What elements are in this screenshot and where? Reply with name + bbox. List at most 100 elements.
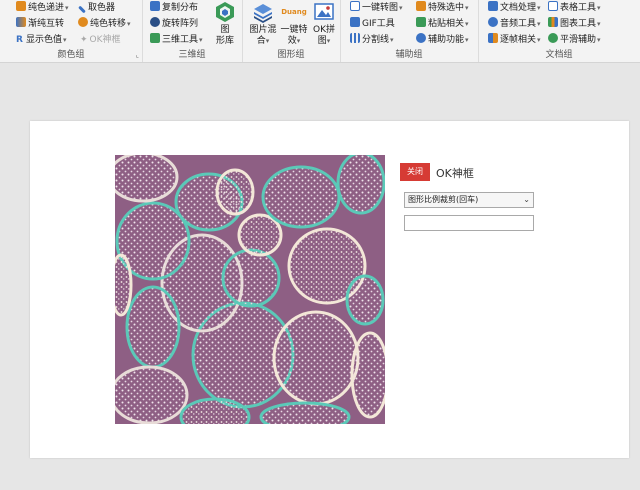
r-letter-icon: R (16, 35, 23, 45)
panel-title: OK神框 (436, 167, 474, 180)
btn-shape-library[interactable]: 图 形库 (210, 1, 240, 47)
cell-shape (237, 213, 283, 257)
btn-color-picker[interactable]: 取色器 (78, 0, 115, 16)
cell-shape (350, 331, 385, 419)
group-graphics: 图片混 合▾ Duang 一键特 效▾ OK拼 图▾ 图形组 (242, 0, 341, 62)
gradient-icon (16, 17, 26, 27)
btn-pure-gradient[interactable]: 纯色递进▾ (16, 0, 69, 16)
ribbon-toolbar: 纯色递进▾ 取色器 渐纯互转 纯色转移▾ R 显示色值▾ ✦ OK神框 颜色组 ⌞ … (0, 0, 640, 63)
btn-show-color-value[interactable]: R 显示色值▾ (16, 32, 66, 48)
dropdown-caret-icon: ▾ (390, 36, 394, 44)
btn-divider-line[interactable]: 分割线▾ (350, 32, 394, 48)
dropdown-caret-icon: ▾ (65, 4, 69, 12)
btn-one-click-convert[interactable]: 一键转图▾ (350, 0, 403, 16)
palette-icon (16, 1, 26, 11)
music-note-icon (488, 17, 498, 27)
btn-assist-functions[interactable]: 辅助功能▾ (416, 32, 469, 48)
btn-3d-tools[interactable]: 三维工具▾ (150, 32, 203, 48)
group-label-color: 颜色组 (57, 50, 85, 60)
dropdown-caret-icon: ▾ (265, 37, 270, 45)
dropdown-caret-icon: ▾ (62, 36, 67, 44)
clipboard-icon (416, 17, 426, 27)
dropdown-caret-icon: ▾ (199, 36, 203, 44)
close-button[interactable]: 关闭 (400, 163, 430, 181)
wand-icon: ✦ (80, 35, 88, 45)
convert-image-icon (350, 1, 360, 11)
slide-canvas: 关闭 OK神框 图形比例裁剪(回车) ⌄ (30, 121, 629, 458)
btn-table-tools[interactable]: 表格工具▾ (548, 0, 601, 16)
cube-icon (150, 33, 160, 43)
dialog-launcher-icon[interactable]: ⌞ (136, 51, 139, 59)
dropdown-caret-icon: ▾ (537, 4, 541, 12)
eyedropper-icon (78, 5, 86, 14)
color-drop-icon (78, 17, 88, 27)
btn-gradient-convert[interactable]: 渐纯互转 (16, 16, 64, 32)
btn-chart-tools[interactable]: 图表工具▾ (548, 16, 601, 32)
btn-ok-puzzle[interactable]: OK拼 图▾ (310, 1, 338, 47)
group-label-assist: 辅助组 (395, 50, 423, 60)
copy-grid-icon (150, 1, 160, 11)
cell-pattern-image[interactable] (115, 155, 385, 424)
dropdown-caret-icon: ▾ (326, 37, 331, 45)
dropdown-caret-icon: ▾ (597, 36, 601, 44)
cell-shape (336, 155, 385, 215)
btn-audio-tools[interactable]: 音频工具▾ (488, 16, 541, 32)
group-label-graphics: 图形组 (277, 50, 305, 60)
cell-shape (261, 165, 341, 229)
btn-rotate-array[interactable]: 旋转阵列 (150, 16, 198, 32)
dropdown-caret-icon: ▾ (465, 36, 469, 44)
dropdown-caret-icon: ▾ (465, 4, 469, 12)
rotate-layers-icon (150, 17, 160, 27)
select-cursor-icon (416, 1, 426, 11)
gif-icon (350, 17, 360, 27)
dropdown-caret-icon: ▾ (537, 20, 541, 28)
btn-document-process[interactable]: 文档处理▾ (488, 0, 541, 16)
document-icon (488, 1, 498, 11)
btn-image-blend[interactable]: 图片混 合▾ (246, 1, 280, 47)
target-icon (416, 33, 426, 43)
cell-shape (179, 397, 251, 424)
puzzle-image-icon (314, 3, 334, 20)
group-3d: 复制分布 旋转阵列 三维工具▾ 图 形库 三维组 (142, 0, 243, 62)
cell-pattern-svg (115, 155, 385, 424)
group-color: 纯色递进▾ 取色器 渐纯互转 纯色转移▾ R 显示色值▾ ✦ OK神框 颜色组 ⌞ (0, 0, 143, 62)
crop-mode-select[interactable]: 图形比例裁剪(回车) ⌄ (404, 192, 534, 208)
cell-shape (125, 285, 181, 369)
chevron-down-icon: ⌄ (523, 195, 530, 204)
btn-one-click-effect[interactable]: Duang 一键特 效▾ (278, 1, 310, 47)
smooth-arrow-icon (548, 33, 558, 43)
duang-icon: Duang (281, 8, 307, 16)
btn-frame-related[interactable]: 逐帧相关▾ (488, 32, 541, 48)
btn-color-transfer[interactable]: 纯色转移▾ (78, 16, 131, 32)
cell-shape (215, 168, 255, 216)
dropdown-caret-icon: ▾ (597, 4, 601, 12)
cell-shape (115, 253, 133, 317)
btn-gif-tool[interactable]: GIF工具 (350, 16, 395, 32)
cell-shape (259, 401, 351, 424)
cell-shape (345, 274, 385, 326)
dropdown-caret-icon: ▾ (597, 20, 601, 28)
layers-icon (254, 4, 272, 23)
cell-shape (221, 248, 281, 308)
btn-special-select[interactable]: 特殊选中▾ (416, 0, 469, 16)
grid-lines-icon (350, 33, 360, 43)
crop-mode-selected: 图形比例裁剪(回车) (408, 195, 479, 204)
btn-paste-related[interactable]: 粘贴相关▾ (416, 16, 469, 32)
dropdown-caret-icon: ▾ (465, 20, 469, 28)
btn-ok-frame[interactable]: ✦ OK神框 (80, 32, 121, 48)
group-document: 文档处理▾ 表格工具▾ 音频工具▾ 图表工具▾ 逐帧相关▾ 平滑辅助▾ 文档组 (478, 0, 640, 62)
table-icon (548, 1, 558, 11)
dropdown-caret-icon: ▾ (537, 36, 541, 44)
group-assist: 一键转图▾ 特殊选中▾ GIF工具 粘贴相关▾ 分割线▾ 辅助功能▾ 辅助组 (340, 0, 479, 62)
frames-icon (488, 33, 498, 43)
cell-shape (115, 155, 179, 203)
btn-copy-distribute[interactable]: 复制分布 (150, 0, 198, 16)
bar-chart-icon (548, 17, 558, 27)
btn-smooth-assist[interactable]: 平滑辅助▾ (548, 32, 601, 48)
value-input[interactable] (404, 215, 534, 231)
dropdown-caret-icon: ▾ (127, 20, 131, 28)
hexagon-library-icon (216, 2, 234, 22)
dropdown-caret-icon: ▾ (399, 4, 403, 12)
cell-shape (272, 310, 360, 406)
dropdown-caret-icon: ▾ (296, 37, 301, 45)
